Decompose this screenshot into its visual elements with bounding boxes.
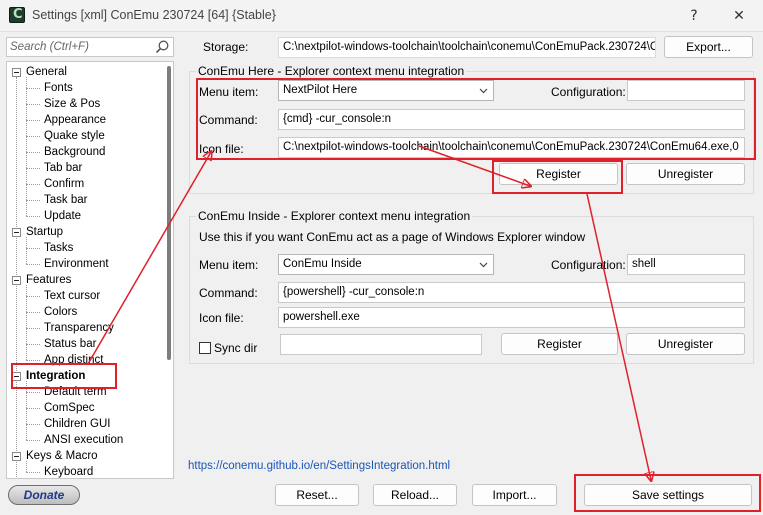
here-unregister-button[interactable]: Unregister xyxy=(626,163,745,185)
inside-icon-file-field[interactable]: powershell.exe xyxy=(278,307,745,328)
tree-item-label: Tab bar xyxy=(44,162,83,174)
inside-menu-item-label: Menu item: xyxy=(199,258,259,272)
tree-item-label: Colors xyxy=(44,306,78,318)
window-title: Settings [xml] ConEmu 230724 [64] {Stabl… xyxy=(32,8,276,22)
storage-path-field[interactable]: C:\nextpilot-windows-toolchain\toolchain… xyxy=(278,37,656,58)
tree-item-label: ComSpec xyxy=(44,402,95,414)
tree-item-label: Transparency xyxy=(44,322,114,334)
tree-item-label: Confirm xyxy=(44,178,85,190)
inside-register-button[interactable]: Register xyxy=(501,333,618,355)
collapse-icon[interactable] xyxy=(12,276,21,285)
tree-item-label: Tasks xyxy=(44,242,74,254)
tree-item-label: Appearance xyxy=(44,114,107,126)
conemu-app-icon: C xyxy=(9,7,25,23)
sync-dir-checkbox[interactable] xyxy=(199,342,211,354)
search-input[interactable] xyxy=(10,39,150,55)
conemu-inside-title: ConEmu Inside - Explorer context menu in… xyxy=(196,209,473,223)
tree-item-label: Size & Pos xyxy=(44,98,101,110)
inside-unregister-button[interactable]: Unregister xyxy=(626,333,745,355)
inside-configuration-label: Configuration: xyxy=(551,258,626,272)
import-button[interactable]: Import... xyxy=(472,484,557,506)
help-link[interactable]: https://conemu.github.io/en/SettingsInte… xyxy=(188,460,450,472)
reload-button[interactable]: Reload... xyxy=(373,484,457,506)
storage-label: Storage: xyxy=(203,40,249,54)
sync-dir-field[interactable] xyxy=(280,334,482,355)
annotation-box-here-fields xyxy=(196,78,756,160)
reset-button[interactable]: Reset... xyxy=(275,484,359,506)
tree-item-label: Features xyxy=(26,274,72,286)
tree-item-label: Keys & Macro xyxy=(26,450,98,462)
tree-item-label: General xyxy=(26,66,67,78)
annotation-box-save xyxy=(574,474,761,512)
export-button[interactable]: Export... xyxy=(664,36,753,58)
collapse-icon[interactable] xyxy=(12,228,21,237)
inside-configuration-field[interactable]: shell xyxy=(627,254,745,275)
tree-item-label: ANSI execution xyxy=(44,434,124,446)
inside-menu-item-value: ConEmu Inside xyxy=(283,258,362,270)
sync-dir-label: Sync dir xyxy=(214,341,258,355)
conemu-here-title: ConEmu Here - Explorer context menu inte… xyxy=(196,64,467,78)
inside-icon-file-label: Icon file: xyxy=(199,311,244,325)
tree-item-label: Status bar xyxy=(44,338,97,350)
tree-scrollbar[interactable] xyxy=(167,66,171,360)
search-box xyxy=(6,37,174,57)
tree-item-label: Text cursor xyxy=(44,290,101,302)
title-bar: C Settings [xml] ConEmu 230724 [64] {Sta… xyxy=(0,0,763,32)
tree-item-label: Startup xyxy=(26,226,64,238)
settings-tree: General Fonts Size & Pos Appearance Quake st… xyxy=(6,61,174,479)
donate-button[interactable]: Donate xyxy=(8,485,80,505)
help-button[interactable]: ? xyxy=(680,4,708,28)
annotation-box-integration xyxy=(11,363,117,389)
inside-menu-item-combo[interactable]: ConEmu Inside xyxy=(278,254,494,275)
close-button[interactable]: ✕ xyxy=(725,4,753,28)
inside-command-field[interactable]: {powershell} -cur_console:n xyxy=(278,282,745,303)
tree-item-label: Background xyxy=(44,146,106,158)
tree-item-label: Quake style xyxy=(44,130,105,142)
conemu-inside-description: Use this if you want ConEmu act as a pag… xyxy=(199,230,586,244)
tree-item-label: Fonts xyxy=(44,82,73,94)
annotation-box-register xyxy=(492,160,623,194)
inside-command-label: Command: xyxy=(199,286,258,300)
tree-item-label: Update xyxy=(44,210,82,222)
tree-item-label: Keyboard xyxy=(44,466,94,478)
search-icon[interactable] xyxy=(154,39,170,55)
collapse-icon[interactable] xyxy=(12,452,21,461)
tree-item-label: Task bar xyxy=(44,194,88,206)
collapse-icon[interactable] xyxy=(12,68,21,77)
tree-item-label: Environment xyxy=(44,258,109,270)
chevron-down-icon xyxy=(479,262,488,268)
tree-item-label: Children GUI xyxy=(44,418,111,430)
